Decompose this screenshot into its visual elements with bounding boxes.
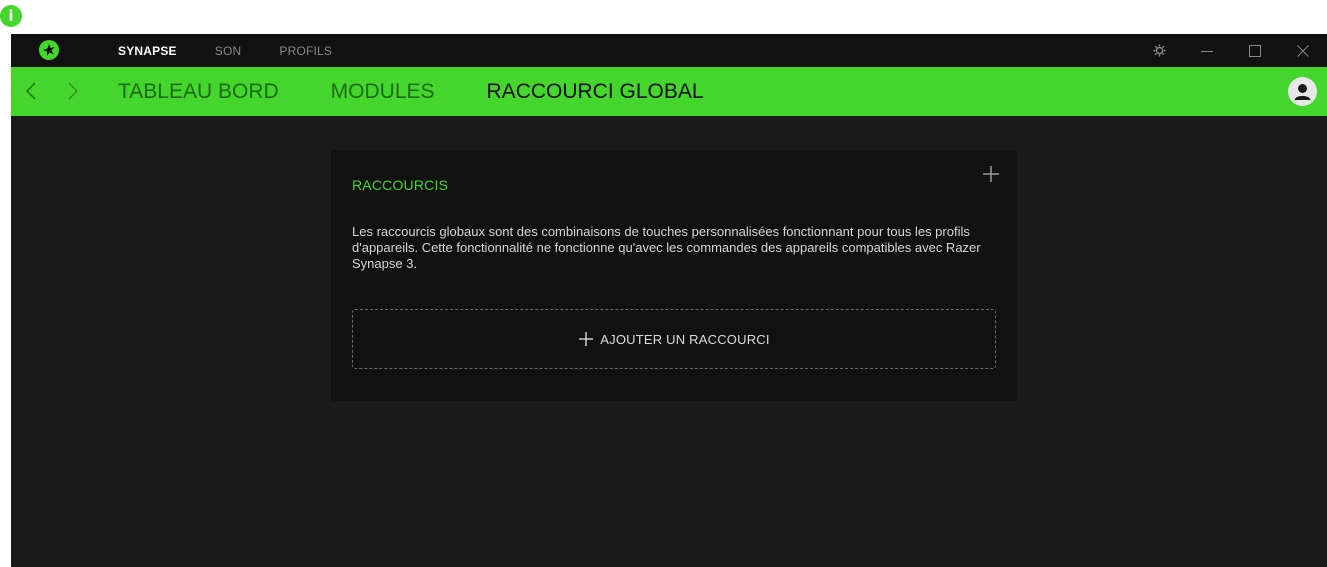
tab-son[interactable]: SON	[215, 44, 242, 58]
tab-profils[interactable]: PROFILS	[279, 44, 332, 58]
window-controls	[1135, 34, 1327, 67]
card-title: RACCOURCIS	[352, 177, 449, 193]
top-strip: i	[0, 0, 1327, 34]
minimize-icon[interactable]	[1183, 34, 1231, 67]
tab-raccourci-global[interactable]: RACCOURCI GLOBAL	[487, 80, 704, 104]
add-shortcut-label: AJOUTER UN RACCOURCI	[600, 331, 770, 347]
shortcuts-card: RACCOURCIS Les raccourcis globaux sont d…	[331, 150, 1017, 401]
razer-logo-icon	[39, 40, 59, 60]
back-arrow-icon[interactable]	[21, 80, 41, 102]
plus-icon	[579, 332, 594, 346]
main-content: RACCOURCIS Les raccourcis globaux sont d…	[11, 116, 1327, 567]
tab-tableau-bord[interactable]: TABLEAU BORD	[118, 80, 279, 104]
card-description: Les raccourcis globaux sont des combinai…	[352, 224, 981, 271]
user-avatar-icon[interactable]	[1288, 77, 1317, 106]
subtabs: TABLEAU BORD MODULES RACCOURCI GLOBAL	[118, 67, 756, 116]
razer-synapse-window: SYNAPSE SON PROFILS TABLEAU BORD MODULES…	[11, 34, 1327, 567]
tab-synapse[interactable]: SYNAPSE	[118, 44, 177, 58]
close-icon[interactable]	[1279, 34, 1327, 67]
add-plus-icon[interactable]	[981, 164, 1001, 184]
top-nav: SYNAPSE SON PROFILS	[118, 34, 370, 67]
maximize-icon[interactable]	[1231, 34, 1279, 67]
tab-modules[interactable]: MODULES	[331, 80, 435, 104]
settings-icon[interactable]	[1135, 34, 1183, 67]
title-bar: SYNAPSE SON PROFILS	[11, 34, 1327, 67]
add-shortcut-button[interactable]: AJOUTER UN RACCOURCI	[352, 309, 996, 369]
info-icon: i	[0, 5, 22, 27]
sub-navigation: TABLEAU BORD MODULES RACCOURCI GLOBAL	[11, 67, 1327, 116]
forward-arrow-icon[interactable]	[63, 80, 83, 102]
